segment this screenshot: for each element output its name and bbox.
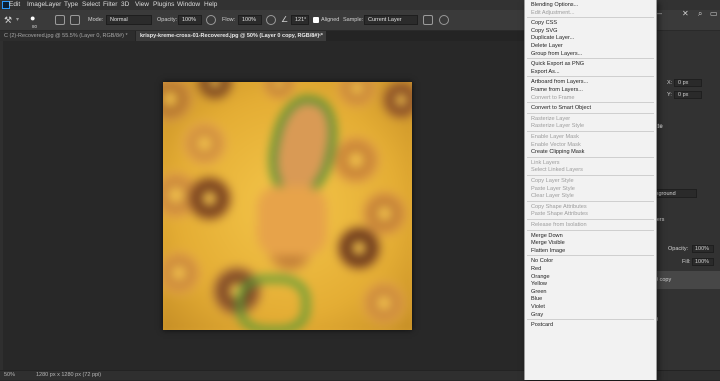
opacity-field[interactable]: 100% — [178, 15, 202, 25]
menu-item-convert-to-frame: Convert to Frame — [531, 94, 575, 101]
menu-item-create-clipping-mask[interactable]: Create Clipping Mask — [531, 148, 584, 156]
photo-pastry — [257, 186, 327, 256]
layer-opacity-field[interactable]: 100% — [692, 245, 714, 253]
photo-donut — [197, 82, 233, 100]
menu-plugins[interactable]: Plugins — [153, 0, 174, 10]
menu-separator — [527, 175, 654, 176]
close-icon[interactable]: ✕ — [682, 9, 689, 18]
menu-separator — [527, 219, 654, 220]
menu-item-release-from-isolation: Release from Isolation — [531, 222, 587, 228]
mode-select[interactable]: Normal — [106, 15, 152, 25]
tools-panel — [0, 41, 3, 370]
clone-stamp-icon[interactable]: ⚒ — [4, 14, 12, 26]
menu-view[interactable]: View — [135, 0, 149, 10]
menu-item-convert-to-smart-object[interactable]: Convert to Smart Object — [531, 104, 591, 112]
sample-label: Sample: — [343, 17, 364, 23]
menu-separator — [527, 200, 654, 202]
menu-item-select-linked-layers: Select Linked Layers — [531, 167, 583, 174]
opacity-label: Opacity: — [157, 17, 178, 23]
flow-field[interactable]: 100% — [238, 15, 262, 25]
menu-image[interactable]: Image — [27, 0, 45, 10]
menu-edit[interactable]: Edit — [9, 0, 20, 10]
menu-type[interactable]: Type — [64, 0, 78, 10]
fill-label: Fill: — [682, 259, 691, 265]
menu-item-export-as[interactable]: Export As... — [531, 68, 560, 76]
y-position-field[interactable]: 0 px — [674, 91, 702, 99]
close-tab-icon[interactable]: × — [318, 31, 322, 41]
chevron-down-icon[interactable]: ▾ — [16, 14, 19, 26]
brush-settings-icon[interactable] — [55, 15, 65, 25]
menu-separator — [527, 131, 654, 132]
menu-separator — [527, 156, 654, 158]
menu-item-paste-shape-attributes: Paste Shape Attributes — [531, 211, 588, 218]
angle-field[interactable]: 121° — [291, 15, 309, 25]
aligned-checkbox[interactable] — [313, 17, 319, 23]
menu-item-gray[interactable]: Gray — [531, 311, 543, 319]
menu-separator — [527, 112, 654, 114]
menu-item-rasterize-layer-style: Rasterize Layer Style — [531, 123, 585, 130]
menu-separator — [527, 76, 654, 78]
menu-separator — [527, 319, 654, 321]
menu-item-clear-layer-style: Clear Layer Style — [531, 193, 574, 200]
menu-window[interactable]: Window — [177, 0, 200, 10]
y-label: Y: — [667, 92, 672, 98]
mode-label: Mode: — [88, 17, 104, 23]
workspace-icon[interactable]: ▭ — [710, 9, 718, 18]
angle-icon: ∠ — [281, 15, 289, 24]
airbrush-icon[interactable] — [266, 15, 276, 25]
photo-donut — [262, 82, 296, 100]
right-panels: ⌕ ▭ — ✕ X: 0 px Y: 0 px ate ckground yer… — [652, 9, 720, 370]
menu-item-group-from-layers[interactable]: Group from Layers... — [531, 50, 582, 58]
photo-donut — [337, 82, 377, 108]
photo-donut — [182, 121, 227, 166]
aligned-label: Aligned — [321, 17, 340, 23]
photo-donut — [187, 176, 232, 221]
pressure-opacity-icon[interactable] — [206, 15, 216, 25]
tab-document-1[interactable]: C (2)-Recovered.jpg @ 55.5% (Layer 0, RG… — [0, 31, 135, 41]
document-canvas[interactable] — [163, 82, 412, 330]
layer-opacity-label: Opacity: — [668, 246, 689, 252]
menu-separator — [527, 102, 654, 104]
x-label: X: — [667, 80, 673, 86]
menu-select[interactable]: Select — [82, 0, 100, 10]
photo-donut — [163, 82, 193, 122]
menu-3d[interactable]: 3D — [121, 0, 129, 10]
layer-row-selected[interactable]: 0 copy — [652, 271, 720, 289]
clone-source-icon[interactable] — [70, 15, 80, 25]
photo-donut — [337, 226, 381, 270]
search-icon[interactable]: ⌕ — [698, 9, 702, 19]
photo-image — [163, 82, 412, 330]
menu-help[interactable]: Help — [204, 0, 217, 10]
fill-field[interactable]: 100% — [692, 258, 714, 266]
sample-select[interactable]: Current Layer — [364, 15, 418, 25]
menu-item-flatten-image[interactable]: Flatten Image — [531, 247, 565, 255]
x-position-field[interactable]: 0 px — [674, 79, 702, 87]
pressure-size-icon[interactable] — [439, 15, 449, 25]
menu-separator — [527, 58, 654, 60]
menu-separator — [527, 17, 654, 19]
flow-label: Flow: — [222, 17, 236, 23]
photo-donut — [382, 82, 412, 119]
photo-donut — [332, 136, 380, 184]
layer-context-menu: Blending Options... Edit Adjustment... Cop… — [524, 0, 657, 380]
menu-separator — [527, 255, 654, 257]
menu-item-postcard[interactable]: Postcard — [531, 321, 553, 329]
menu-layer[interactable]: Layer — [45, 0, 61, 10]
photo-donut — [163, 251, 201, 295]
menu-separator — [527, 229, 654, 231]
ignore-adjustment-icon[interactable] — [423, 15, 433, 25]
layer-name: 0 copy — [655, 277, 672, 283]
tab-document-2[interactable]: krispy-kreme-cross-01-Recovered.jpg @ 50… — [136, 31, 326, 41]
background-button[interactable]: ckground — [652, 189, 697, 198]
menu-filter[interactable]: Filter — [103, 0, 117, 10]
photo-donut — [362, 281, 406, 325]
photo-sandwich — [237, 276, 309, 330]
menu-item-edit-adjustment: Edit Adjustment... — [531, 9, 575, 16]
